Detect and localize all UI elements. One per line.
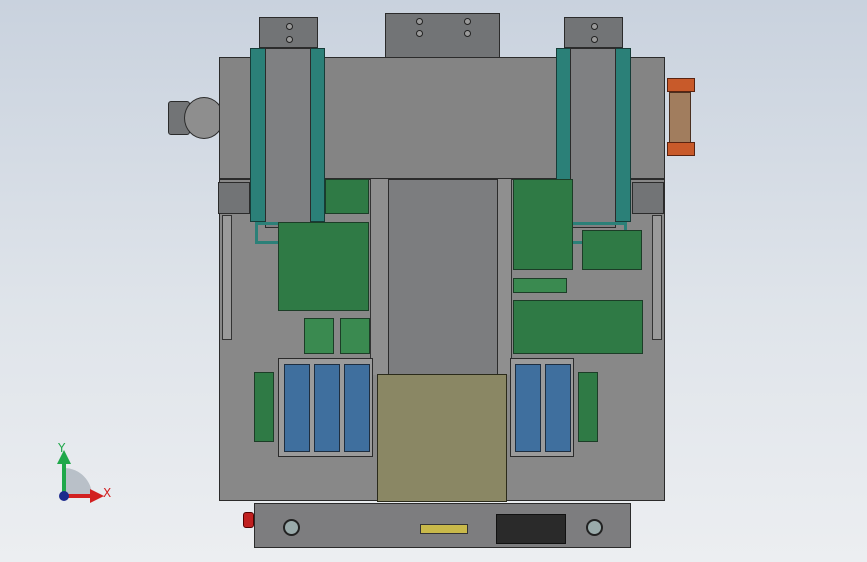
card-slot[interactable] (344, 364, 370, 452)
bolt-hole (286, 23, 293, 30)
center-mounting-plate[interactable] (377, 374, 507, 502)
pcb-left-top[interactable] (325, 179, 369, 214)
display-window (420, 524, 468, 534)
right-side-bracket (632, 182, 664, 214)
card-slot[interactable] (545, 364, 571, 452)
center-channel[interactable] (388, 179, 498, 375)
channel-edge-right (498, 179, 512, 375)
right-knob[interactable] (586, 519, 603, 536)
keypad[interactable] (496, 514, 566, 544)
emergency-stop-button[interactable] (243, 512, 254, 528)
top-center-block[interactable] (385, 13, 500, 58)
y-axis-label: Y (58, 441, 66, 455)
connector-board-left-1[interactable] (304, 318, 334, 354)
x-axis-arrow (90, 489, 104, 503)
handle-body (669, 92, 691, 144)
pcb-left-main[interactable] (278, 222, 369, 311)
x-axis-label: X (103, 486, 112, 500)
bolt-hole (591, 23, 598, 30)
bolt-hole (286, 36, 293, 43)
handle-bottom (667, 142, 695, 156)
pcb-right-main[interactable] (513, 300, 643, 354)
card-slot[interactable] (314, 364, 340, 452)
terminal-strip-right[interactable] (513, 278, 567, 293)
coordinate-triad (57, 450, 104, 503)
handle-top (667, 78, 695, 92)
front-control-panel[interactable] (254, 503, 631, 548)
channel-edge-left (370, 179, 388, 375)
triad-arc (64, 468, 92, 496)
slot-module-left[interactable] (278, 358, 373, 457)
bolt-hole (464, 18, 471, 25)
bolt-hole (416, 18, 423, 25)
card-slot[interactable] (515, 364, 541, 452)
right-guide-bar (652, 215, 662, 340)
bolt-hole (416, 30, 423, 37)
motor-body (184, 97, 224, 139)
connector-board-left-2[interactable] (340, 318, 370, 354)
right-axis-cap[interactable] (564, 17, 623, 48)
bolt-hole (591, 36, 598, 43)
pcb-right-small[interactable] (582, 230, 642, 270)
left-axis-carriage[interactable] (265, 48, 311, 228)
pcb-right-top[interactable] (513, 179, 573, 270)
vertical-terminal-left[interactable] (254, 372, 274, 442)
right-axis-carriage[interactable] (570, 48, 616, 228)
left-knob[interactable] (283, 519, 300, 536)
slot-module-right[interactable] (510, 358, 574, 457)
left-axis-cap[interactable] (259, 17, 318, 48)
z-axis-dot (59, 491, 69, 501)
right-handle[interactable] (665, 78, 697, 158)
card-slot[interactable] (284, 364, 310, 452)
left-side-bracket (218, 182, 250, 214)
left-motor[interactable] (168, 95, 226, 141)
left-guide-bar (222, 215, 232, 340)
bolt-hole (464, 30, 471, 37)
vertical-terminal-right[interactable] (578, 372, 598, 442)
